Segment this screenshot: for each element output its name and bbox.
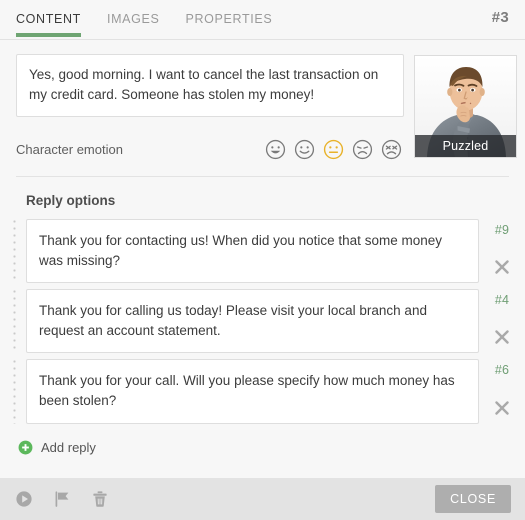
tab-bar: CONTENT IMAGES PROPERTIES #3 bbox=[0, 0, 525, 40]
close-button[interactable]: CLOSE bbox=[435, 485, 511, 513]
reply-text-input[interactable]: Thank you for contacting us! When did yo… bbox=[26, 219, 479, 284]
add-reply-button[interactable]: Add reply bbox=[0, 430, 96, 455]
reply-drag-handle[interactable] bbox=[10, 359, 20, 424]
reply-side-controls: #9 bbox=[479, 219, 525, 283]
tab-content-label: CONTENT bbox=[16, 12, 81, 26]
node-number: #3 bbox=[491, 9, 509, 26]
character-thumbnail[interactable]: Puzzled bbox=[414, 55, 517, 158]
reply-delete-icon[interactable] bbox=[492, 257, 512, 277]
character-emotion-label: Character emotion bbox=[16, 142, 123, 158]
dialogue-node-editor: CONTENT IMAGES PROPERTIES #3 Yes, good m… bbox=[0, 0, 525, 520]
character-emotion-row: Character emotion bbox=[16, 139, 404, 160]
tab-properties-label: PROPERTIES bbox=[185, 12, 273, 26]
footer-toolbar: CLOSE bbox=[0, 478, 525, 520]
reply-delete-icon[interactable] bbox=[492, 398, 512, 418]
utterance-row: Yes, good morning. I want to cancel the … bbox=[0, 40, 525, 160]
utterance-column: Yes, good morning. I want to cancel the … bbox=[16, 54, 414, 160]
trash-icon[interactable] bbox=[90, 489, 110, 509]
tab-content[interactable]: CONTENT bbox=[16, 0, 95, 39]
reply-options-title: Reply options bbox=[26, 193, 116, 209]
reply-side-controls: #6 bbox=[479, 359, 525, 423]
utterance-text-input[interactable]: Yes, good morning. I want to cancel the … bbox=[16, 54, 404, 118]
reply-drag-handle[interactable] bbox=[10, 219, 20, 284]
reply-delete-icon[interactable] bbox=[492, 327, 512, 347]
reply-target-number[interactable]: #4 bbox=[495, 291, 509, 307]
reply-text-input[interactable]: Thank you for your call. Will you please… bbox=[26, 359, 479, 424]
tab-properties[interactable]: PROPERTIES bbox=[186, 0, 287, 39]
reply-drag-handle[interactable] bbox=[10, 289, 20, 354]
flag-icon[interactable] bbox=[52, 489, 72, 509]
reply-row: Thank you for contacting us! When did yo… bbox=[0, 219, 525, 284]
reply-text-input[interactable]: Thank you for calling us today! Please v… bbox=[26, 289, 479, 354]
grinning-face-icon[interactable] bbox=[265, 139, 286, 160]
play-icon[interactable] bbox=[14, 489, 34, 509]
emotion-option-list bbox=[265, 139, 402, 160]
frowning-face-icon[interactable] bbox=[352, 139, 373, 160]
reply-row: Thank you for your call. Will you please… bbox=[0, 359, 525, 424]
content-panel: Yes, good morning. I want to cancel the … bbox=[0, 40, 525, 478]
footer-tool-group bbox=[14, 489, 110, 509]
neutral-face-icon[interactable] bbox=[323, 139, 344, 160]
reply-target-number[interactable]: #6 bbox=[495, 361, 509, 377]
angry-face-icon[interactable] bbox=[381, 139, 402, 160]
reply-side-controls: #4 bbox=[479, 289, 525, 353]
reply-options-list: Thank you for contacting us! When did yo… bbox=[0, 219, 525, 424]
tab-list: CONTENT IMAGES PROPERTIES bbox=[16, 0, 286, 39]
add-reply-label: Add reply bbox=[41, 439, 96, 455]
character-caption: Puzzled bbox=[415, 135, 516, 157]
tab-images-label: IMAGES bbox=[106, 12, 160, 26]
reply-target-number[interactable]: #9 bbox=[495, 221, 509, 237]
tab-images[interactable]: IMAGES bbox=[107, 0, 174, 39]
reply-row: Thank you for calling us today! Please v… bbox=[0, 289, 525, 354]
smiling-face-icon[interactable] bbox=[294, 139, 315, 160]
add-plus-icon bbox=[18, 440, 33, 454]
